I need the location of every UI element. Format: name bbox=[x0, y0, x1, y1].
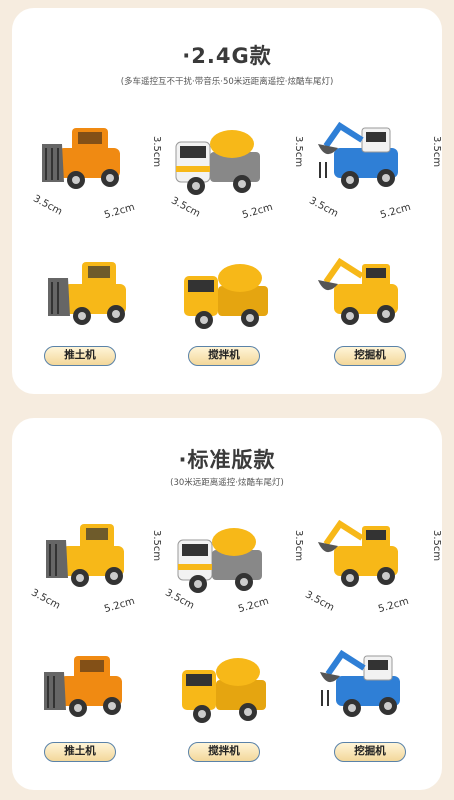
section-24g-card: ·2.4G款 (多车遥控互不干扰·带音乐·50米远距离遥控·炫酷车尾灯) 3.5… bbox=[12, 8, 442, 394]
length-dim-label: 5.2cm bbox=[377, 595, 411, 616]
length-dim-label: 5.2cm bbox=[379, 201, 413, 222]
bulldozer-orange-image bbox=[40, 646, 136, 726]
length-dim-label: 5.2cm bbox=[103, 201, 137, 222]
mixer-white-image bbox=[172, 520, 268, 600]
section-subtitle: (多车遥控互不干扰·带音乐·50米远距离遥控·炫酷车尾灯) bbox=[120, 77, 334, 87]
length-dim-label: 5.2cm bbox=[103, 595, 137, 616]
mixer-label-badge: 搅拌机 bbox=[188, 742, 260, 762]
excavator-yellow-image bbox=[312, 254, 408, 334]
mixer-label-badge: 搅拌机 bbox=[188, 346, 260, 366]
mixer-yellow-image bbox=[176, 650, 272, 730]
excavator-label-badge: 挖掘机 bbox=[334, 742, 406, 762]
height-dim-label: 3.5cm bbox=[293, 530, 304, 562]
section-title: ·2.4G款 bbox=[182, 44, 272, 68]
bulldozer-yellow-image bbox=[42, 254, 138, 334]
bulldozer-label-badge: 推土机 bbox=[44, 742, 116, 762]
excavator-yellow-image bbox=[312, 516, 408, 596]
bulldozer-label-badge: 推土机 bbox=[44, 346, 116, 366]
mixer-white-image bbox=[170, 122, 266, 202]
height-dim-label: 3.5cm bbox=[151, 136, 162, 168]
bulldozer-yellow-image bbox=[40, 516, 136, 596]
section-subtitle: (30米远距离遥控·炫酷车尾灯) bbox=[170, 478, 284, 488]
section-title: ·标准版款 bbox=[178, 448, 276, 472]
height-dim-label: 3.5cm bbox=[431, 530, 442, 562]
height-dim-label: 3.5cm bbox=[293, 136, 304, 168]
bulldozer-orange-image bbox=[38, 118, 134, 198]
excavator-blue-image bbox=[314, 646, 410, 726]
depth-dim-label: 3.5cm bbox=[307, 195, 340, 220]
height-dim-label: 3.5cm bbox=[431, 136, 442, 168]
excavator-label-badge: 挖掘机 bbox=[334, 346, 406, 366]
excavator-blue-image bbox=[312, 118, 408, 198]
length-dim-label: 5.2cm bbox=[241, 201, 275, 222]
mixer-yellow-image bbox=[178, 256, 274, 336]
section-standard-card: ·标准版款 (30米远距离遥控·炫酷车尾灯) 3.5cm 3.5cm 5.2cm… bbox=[12, 418, 442, 790]
height-dim-label: 3.5cm bbox=[151, 530, 162, 562]
